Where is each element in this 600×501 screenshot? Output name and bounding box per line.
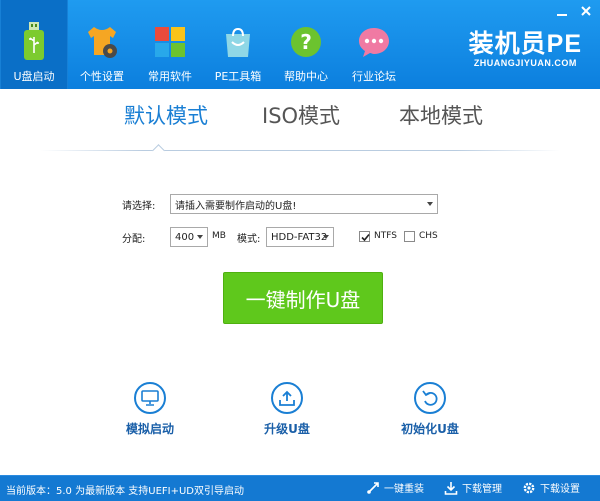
tshirt-gear-icon [82,22,122,62]
nav-label: 常用软件 [148,70,192,83]
brand-title: 装机员PE [468,30,582,58]
initialize-usb-label: 初始化U盘 [401,422,459,436]
initialize-usb-button[interactable]: 初始化U盘 [385,382,475,437]
download-manager-button[interactable]: 下载管理 [444,480,502,495]
partition-label: 分配: [122,234,146,245]
question-icon: ? [286,22,326,62]
download-settings-button[interactable]: 下载设置 [522,480,580,495]
download-manager-label: 下载管理 [462,484,502,495]
nav-label: PE工具箱 [214,70,262,83]
nav-label: 个性设置 [80,70,124,83]
ntfs-checkbox[interactable] [359,231,370,242]
nav-label: 行业论坛 [352,70,396,83]
minimize-button[interactable] [554,4,570,18]
usb-drive-select-value: 请插入需要制作启动的U盘! [175,200,297,212]
usb-drive-select[interactable]: 请插入需要制作启动的U盘! [170,194,438,214]
chs-checkbox[interactable] [404,231,415,242]
usb-drive-icon [14,22,54,62]
nav-item-personalize[interactable]: 个性设置 [68,0,136,89]
simulate-boot-button[interactable]: 模拟启动 [105,382,195,437]
minimize-icon [557,14,567,16]
version-status: 当前版本：5.0 为最新版本 支持UEFI+UD双引导启动 [6,486,244,497]
select-label: 请选择: [122,201,156,212]
tab-divider [40,150,560,151]
chat-bubble-icon [354,22,394,62]
main-nav: U盘启动 个性设置 常用软件 PE工具箱 ? 帮助中心 行业论坛 [0,0,408,89]
check-icon [361,233,370,242]
upgrade-usb-label: 升级U盘 [264,422,310,436]
close-icon [581,6,591,16]
tab-local-mode[interactable]: 本地模式 [399,100,483,130]
tab-iso-mode[interactable]: ISO模式 [262,100,340,130]
upload-tray-icon [271,382,303,414]
reinstall-icon [367,481,379,494]
mode-select-value: HDD-FAT32 [271,231,328,243]
simulate-boot-label: 模拟启动 [125,422,174,436]
make-usb-button[interactable]: 一键制作U盘 [223,272,383,324]
settings-gear-icon [523,482,535,493]
ntfs-label: NTFS [374,231,397,241]
close-button[interactable] [578,4,594,18]
chs-label: CHS [419,231,438,241]
nav-item-pe-toolbox[interactable]: PE工具箱 [204,0,272,89]
mode-label: 模式: [237,234,261,245]
undo-icon [414,382,446,414]
nav-item-usb-boot[interactable]: U盘启动 [0,0,68,89]
nav-item-forum[interactable]: 行业论坛 [340,0,408,89]
active-tab-pointer [152,144,165,157]
download-icon [444,481,458,495]
monitor-icon [134,382,166,414]
mode-select[interactable]: HDD-FAT32 [266,227,334,247]
shopping-bag-icon [218,22,258,62]
partition-size-select[interactable]: 400 [170,227,208,247]
download-settings-label: 下载设置 [540,484,580,495]
one-click-reinstall-button[interactable]: 一键重装 [366,480,424,495]
nav-item-help[interactable]: ? 帮助中心 [272,0,340,89]
title-bar: U盘启动 个性设置 常用软件 PE工具箱 ? 帮助中心 行业论坛 装机员PE Z… [0,0,600,89]
brand-logo: 装机员PE ZHUANGJIYUAN.COM [469,30,582,68]
status-actions: 一键重装 下载管理 下载设置 [366,480,580,495]
partition-unit: MB [212,231,226,241]
nav-label: 帮助中心 [284,70,328,83]
partition-size-value: 400 [175,231,195,243]
chevron-down-icon [323,235,329,239]
reinstall-label: 一键重装 [384,484,424,495]
chevron-down-icon [197,235,203,239]
tab-default-mode[interactable]: 默认模式 [124,100,208,130]
chevron-down-icon [427,202,433,206]
svg-text:?: ? [300,30,312,54]
upgrade-usb-button[interactable]: 升级U盘 [242,382,332,437]
window-controls [554,4,594,18]
tiles-icon [150,22,190,62]
nav-item-software[interactable]: 常用软件 [136,0,204,89]
mode-tabs: 默认模式 ISO模式 本地模式 [0,100,600,140]
status-bar: 当前版本：5.0 为最新版本 支持UEFI+UD双引导启动 一键重装 下载管理 … [0,475,600,501]
brand-subtitle: ZHUANGJIYUAN.COM [473,58,577,68]
nav-label: U盘启动 [13,70,55,83]
